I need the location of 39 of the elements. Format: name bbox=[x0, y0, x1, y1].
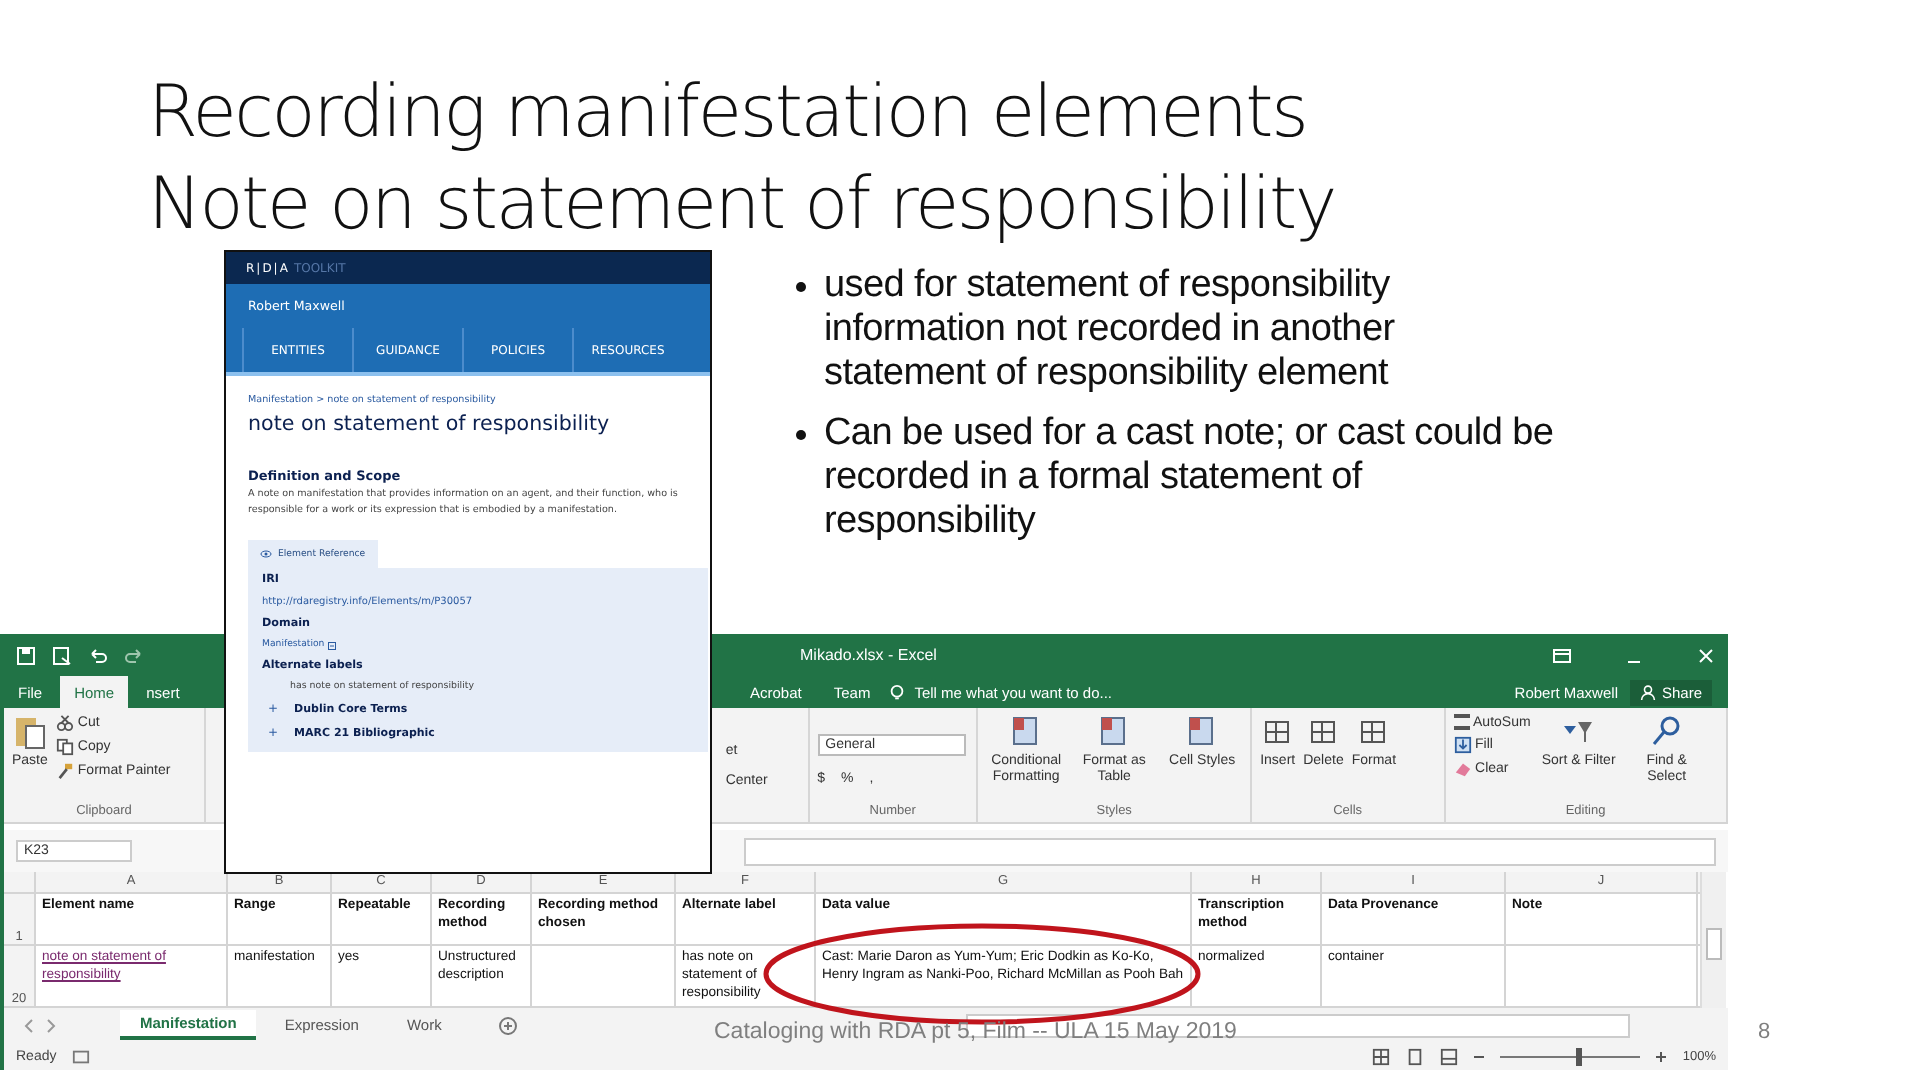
paintbrush-icon bbox=[55, 762, 74, 780]
eye-icon bbox=[260, 550, 272, 558]
ribbon-display-icon[interactable] bbox=[1552, 645, 1572, 665]
copy-icon bbox=[55, 738, 74, 756]
bullet-icon bbox=[796, 282, 806, 292]
clipboard-icon bbox=[13, 714, 46, 750]
add-sheet-icon[interactable] bbox=[497, 1015, 518, 1035]
external-link-icon[interactable] bbox=[328, 641, 337, 649]
eraser-icon bbox=[1453, 760, 1472, 778]
table-format-icon bbox=[1186, 714, 1219, 750]
macro-record-icon[interactable] bbox=[72, 1047, 91, 1065]
page-break-icon[interactable] bbox=[1440, 1047, 1459, 1065]
vertical-scrollbar[interactable] bbox=[1700, 872, 1726, 1008]
table-format-icon bbox=[1010, 714, 1043, 750]
page-layout-icon[interactable] bbox=[1406, 1047, 1425, 1065]
page-heading: note on statement of responsibility bbox=[248, 412, 610, 436]
save-as-icon[interactable] bbox=[52, 645, 72, 665]
formula-field[interactable] bbox=[744, 837, 1716, 865]
undo-icon[interactable] bbox=[88, 645, 108, 665]
person-icon bbox=[1639, 684, 1656, 700]
table-format-icon bbox=[1098, 714, 1131, 750]
save-icon[interactable] bbox=[16, 645, 36, 665]
bullet-text: used for statement of responsibility information not recorded in another statement of responsibility element bbox=[824, 264, 1397, 396]
search-icon bbox=[1650, 714, 1683, 750]
window-title: Mikado.xlsx - Excel bbox=[800, 646, 937, 664]
normal-view-icon[interactable] bbox=[1372, 1047, 1391, 1065]
slide-footer: Cataloging with RDA pt 5, Film -- ULA 15 May 2019 bbox=[714, 1020, 1237, 1044]
bullet-text: Can be used for a cast note; or cast could be recorded in a formal statement of responsibility bbox=[824, 412, 1556, 544]
bullet-icon bbox=[796, 430, 806, 440]
sheet-nav-arrows-icon[interactable] bbox=[20, 1017, 60, 1033]
zoom-in-icon[interactable] bbox=[1656, 1051, 1667, 1061]
fill-down-icon bbox=[1453, 736, 1472, 754]
scissors-icon bbox=[55, 714, 74, 732]
page-number: 8 bbox=[1758, 1020, 1771, 1044]
lightbulb-icon bbox=[888, 683, 907, 701]
redo-icon[interactable] bbox=[124, 645, 144, 665]
slide-title: Recording manifestation elements bbox=[148, 70, 1307, 158]
close-icon[interactable] bbox=[1696, 645, 1716, 665]
slide-title: Note on statement of responsibility bbox=[148, 162, 1336, 250]
